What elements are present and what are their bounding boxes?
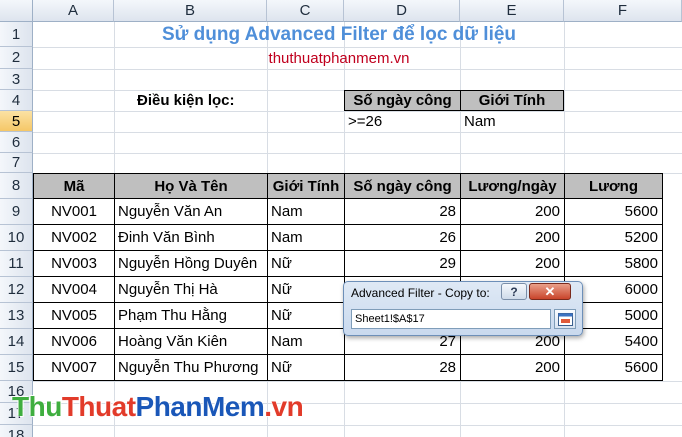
table-cell-days[interactable]: 28 <box>344 198 461 225</box>
table-cell-salary[interactable]: 5600 <box>564 354 663 381</box>
website-link[interactable]: thuthuatphanmem.vn <box>114 47 564 69</box>
gridline <box>33 69 682 70</box>
criteria-value-days[interactable]: >=26 <box>344 111 460 132</box>
gridline <box>33 132 682 133</box>
column-header-e[interactable]: E <box>460 0 564 22</box>
logo-part: Thuat <box>61 391 136 422</box>
logo-part: PhanMem <box>135 391 265 422</box>
table-cell-days[interactable]: 28 <box>344 354 461 381</box>
table-header-rate[interactable]: Lương/ngày <box>460 173 565 199</box>
criteria-header-days[interactable]: Số ngày công <box>344 90 461 111</box>
table-header-gender[interactable]: Giới Tính <box>267 173 345 199</box>
logo-part: Thu <box>12 391 62 422</box>
criteria-value-gender[interactable]: Nam <box>460 111 564 132</box>
table-cell-name[interactable]: Nguyễn Thị Hà <box>114 276 268 303</box>
row-header-14[interactable]: 14 <box>0 329 33 355</box>
table-cell-code[interactable]: NV003 <box>33 250 115 277</box>
table-header-days[interactable]: Số ngày công <box>344 173 461 199</box>
table-cell-gender[interactable]: Nữ <box>267 354 345 381</box>
table-cell-gender[interactable]: Nam <box>267 328 345 355</box>
site-logo: ThuThuatPhanMem.vn <box>12 391 304 423</box>
logo-part: .vn <box>264 391 304 422</box>
table-cell-rate[interactable]: 200 <box>460 198 565 225</box>
table-header-code[interactable]: Mã <box>33 173 115 199</box>
select-all-corner[interactable] <box>0 0 33 22</box>
row-header-10[interactable]: 10 <box>0 225 33 251</box>
row-header-1[interactable]: 1 <box>0 22 33 47</box>
spreadsheet: A B C D E F 1 2 3 4 5 6 7 8 9 10 11 12 1… <box>0 0 682 437</box>
row-header-11[interactable]: 11 <box>0 251 33 277</box>
row-header-15[interactable]: 15 <box>0 355 33 381</box>
dialog-title: Advanced Filter - Copy to: <box>351 286 490 300</box>
table-cell-rate[interactable]: 200 <box>460 354 565 381</box>
table-cell-gender[interactable]: Nam <box>267 224 345 251</box>
table-cell-name[interactable]: Nguyễn Thu Phương <box>114 354 268 381</box>
row-header-18[interactable]: 18 <box>0 425 33 437</box>
table-cell-name[interactable]: Nguyễn Văn An <box>114 198 268 225</box>
column-header-b[interactable]: B <box>114 0 267 22</box>
table-cell-gender[interactable]: Nam <box>267 198 345 225</box>
copy-to-input[interactable]: Sheet1!$A$17 <box>351 309 551 329</box>
table-cell-name[interactable]: Nguyễn Hồng Duyên <box>114 250 268 277</box>
range-selector-button[interactable] <box>554 309 576 329</box>
gridline <box>33 153 682 154</box>
table-cell-salary[interactable]: 5600 <box>564 198 663 225</box>
table-cell-code[interactable]: NV005 <box>33 302 115 329</box>
gridline <box>33 381 682 382</box>
column-header-c[interactable]: C <box>267 0 344 22</box>
row-header-4[interactable]: 4 <box>0 90 33 111</box>
table-cell-rate[interactable]: 200 <box>460 224 565 251</box>
table-cell-days[interactable]: 26 <box>344 224 461 251</box>
table-cell-rate[interactable]: 200 <box>460 250 565 277</box>
table-cell-code[interactable]: NV004 <box>33 276 115 303</box>
table-cell-name[interactable]: Phạm Thu Hằng <box>114 302 268 329</box>
table-cell-gender[interactable]: Nữ <box>267 250 345 277</box>
column-header-f[interactable]: F <box>564 0 682 22</box>
table-cell-name[interactable]: Đinh Văn Bình <box>114 224 268 251</box>
advanced-filter-dialog: Advanced Filter - Copy to: ? ✕ Sheet1!$A… <box>343 281 583 336</box>
table-cell-code[interactable]: NV002 <box>33 224 115 251</box>
row-header-7[interactable]: 7 <box>0 153 33 173</box>
column-header-a[interactable]: A <box>33 0 114 22</box>
range-select-icon <box>557 312 573 326</box>
close-button[interactable]: ✕ <box>529 283 571 300</box>
table-cell-gender[interactable]: Nữ <box>267 302 345 329</box>
criteria-header-gender[interactable]: Giới Tính <box>460 90 564 111</box>
table-cell-salary[interactable]: 5200 <box>564 224 663 251</box>
row-header-3[interactable]: 3 <box>0 69 33 90</box>
gridline <box>33 425 682 426</box>
row-header-2[interactable]: 2 <box>0 47 33 69</box>
criteria-label[interactable]: Điều kiện lọc: <box>137 90 267 111</box>
table-cell-code[interactable]: NV006 <box>33 328 115 355</box>
help-button[interactable]: ? <box>501 283 527 300</box>
sheet-title[interactable]: Sử dụng Advanced Filter để lọc dữ liệu <box>114 22 564 47</box>
row-header-5[interactable]: 5 <box>0 111 33 132</box>
table-cell-gender[interactable]: Nữ <box>267 276 345 303</box>
table-header-name[interactable]: Họ Và Tên <box>114 173 268 199</box>
row-header-8[interactable]: 8 <box>0 173 33 199</box>
row-header-13[interactable]: 13 <box>0 303 33 329</box>
table-cell-code[interactable]: NV007 <box>33 354 115 381</box>
row-header-12[interactable]: 12 <box>0 277 33 303</box>
table-cell-name[interactable]: Hoàng Văn Kiên <box>114 328 268 355</box>
table-cell-salary[interactable]: 5800 <box>564 250 663 277</box>
table-cell-code[interactable]: NV001 <box>33 198 115 225</box>
row-header-9[interactable]: 9 <box>0 199 33 225</box>
column-header-d[interactable]: D <box>344 0 460 22</box>
table-cell-days[interactable]: 29 <box>344 250 461 277</box>
row-header-6[interactable]: 6 <box>0 132 33 153</box>
table-header-salary[interactable]: Lương <box>564 173 663 199</box>
